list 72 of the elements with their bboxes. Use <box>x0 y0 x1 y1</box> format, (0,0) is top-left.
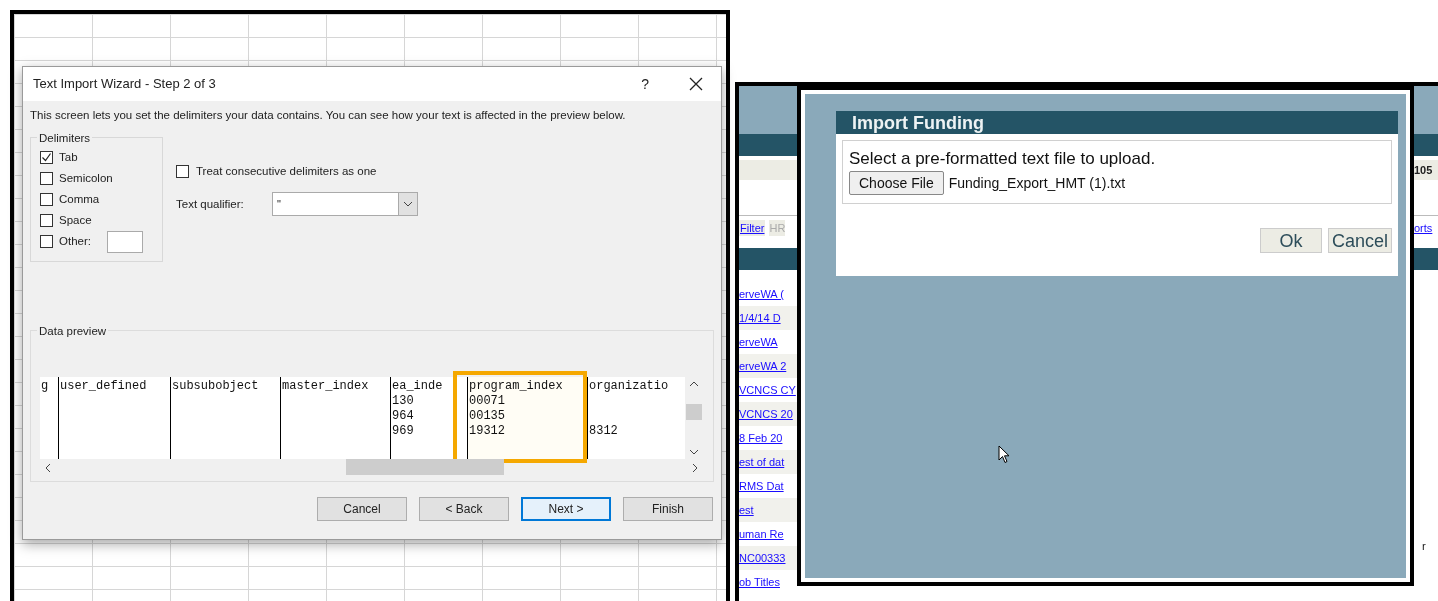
column-header: master_index <box>281 379 370 394</box>
cell-text: r <box>1421 539 1427 554</box>
dialog-button[interactable]: Ok <box>1259 228 1322 253</box>
checkbox[interactable] <box>40 214 53 227</box>
chevron-right-icon[interactable] <box>692 463 698 473</box>
preview-value: 969 <box>391 424 415 439</box>
checkbox[interactable] <box>40 151 53 164</box>
column-header: ea_inde <box>391 379 444 394</box>
help-button[interactable]: ? <box>641 73 649 95</box>
preview-value: 130 <box>391 394 415 409</box>
checkmark-icon <box>41 152 52 163</box>
page-band <box>739 160 797 180</box>
checkbox-label: Other: <box>59 233 91 249</box>
scroll-thumb[interactable] <box>346 459 504 475</box>
chevron-down-icon <box>398 193 417 216</box>
record-link[interactable]: erveWA ( <box>739 285 784 303</box>
column-header: program_index <box>468 379 564 394</box>
checkbox[interactable] <box>40 193 53 206</box>
dialog-title: Import Funding <box>852 113 984 134</box>
column-header: user_defined <box>59 379 148 394</box>
preview-value: 00135 <box>468 409 506 424</box>
reports-link[interactable]: orts <box>1414 216 1438 240</box>
chevron-up-icon[interactable] <box>689 381 699 387</box>
preview-value: 19312 <box>468 424 506 439</box>
checkbox[interactable] <box>176 165 189 179</box>
preview-value: 8312 <box>588 424 619 439</box>
checkbox-label: Space <box>59 212 92 228</box>
mouse-pointer-icon <box>998 445 1010 464</box>
checkbox-label: Tab <box>59 149 78 165</box>
record-link[interactable]: 8 Feb 20 <box>739 429 783 447</box>
other-delimiter-field[interactable] <box>106 230 143 253</box>
record-link[interactable]: RMS Dat <box>739 477 784 495</box>
column-header: subsubobject <box>171 379 260 394</box>
preview-value: 00071 <box>468 394 506 409</box>
record-link[interactable]: est <box>739 501 754 519</box>
column-header: g <box>40 379 50 394</box>
record-link[interactable]: erveWA <box>739 333 778 351</box>
nav-bar <box>739 248 797 270</box>
chevron-left-icon[interactable] <box>45 463 51 473</box>
dialog-button[interactable]: Cancel <box>317 497 407 521</box>
upload-prompt: Select a pre-formatted text file to upload. <box>849 149 1157 169</box>
checkbox[interactable] <box>40 235 53 248</box>
filter-link[interactable]: Filter <box>739 219 766 237</box>
page-header <box>739 86 797 134</box>
checkbox-label: Comma <box>59 191 100 207</box>
chevron-down-icon[interactable] <box>689 449 699 455</box>
record-link[interactable]: ob Titles <box>739 573 780 591</box>
column-header: organizatio <box>588 379 670 394</box>
checkbox-label: Semicolon <box>59 170 113 186</box>
nav-bar <box>1414 134 1438 156</box>
dialog-title: Text Import Wizard - Step 2 of 3 <box>33 75 216 94</box>
field-label: Text qualifier: <box>176 196 245 212</box>
file-name: Funding_Export_HMT (1).txt <box>948 173 1126 193</box>
text-qualifier-dropdown[interactable]: " <box>272 192 418 217</box>
dialog-button[interactable]: Cancel <box>1327 228 1392 253</box>
page-header <box>1414 86 1438 134</box>
dialog-button[interactable]: Finish <box>623 497 713 521</box>
checkbox-label: Treat consecutive delimiters as one <box>196 164 377 179</box>
close-icon[interactable] <box>689 77 703 91</box>
scroll-thumb[interactable] <box>686 404 702 420</box>
record-link[interactable]: uman Re <box>739 525 784 543</box>
checkbox[interactable] <box>40 172 53 185</box>
dialog-button[interactable]: Next > <box>521 497 611 521</box>
choose-file-button[interactable]: Choose File <box>849 171 944 195</box>
record-link[interactable]: VCNCS CY <box>739 381 796 399</box>
nav-bar <box>1414 248 1438 270</box>
tag-label: HR <box>769 219 786 237</box>
count-label: 105 <box>1414 160 1438 180</box>
preview-value: 964 <box>391 409 415 424</box>
nav-bar <box>739 134 797 156</box>
dialog-button[interactable]: < Back <box>419 497 509 521</box>
description-text: This screen lets you set the delimiters your data contains. You can see how your text is affected in the preview below. <box>29 108 627 122</box>
